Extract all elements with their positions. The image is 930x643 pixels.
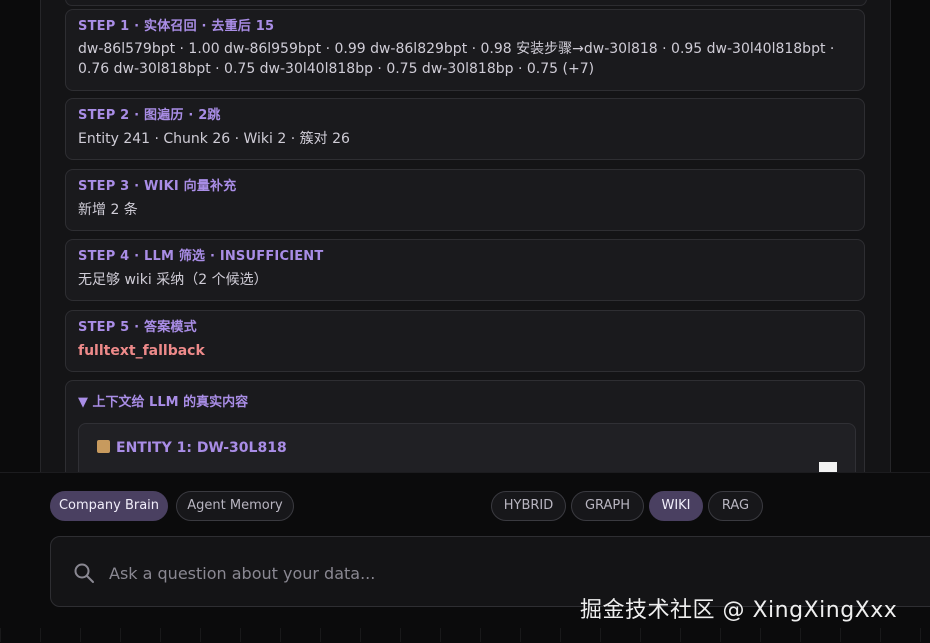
mode-rag[interactable]: RAG — [708, 491, 763, 521]
step-title: STEP 4 · LLM 筛选 · INSUFFICIENT — [78, 249, 324, 264]
step-body: Entity 241 · Chunk 26 · Wiki 2 · 簇对 26 — [78, 131, 350, 147]
mode-graph[interactable]: GRAPH — [571, 491, 644, 521]
results-panel: STEP 1 · 实体召回 · 去重后 15 dw-86l579bpt · 1.… — [40, 0, 891, 472]
entity-card: ENTITY 1: DW-30L818 — [78, 423, 856, 472]
mode-wiki[interactable]: WIKI — [649, 491, 703, 521]
package-icon — [97, 440, 110, 453]
watermark: 掘金技术社区 @ XingXingXxx — [580, 598, 898, 623]
context-section: ▼ 上下文给 LLM 的真实内容 ENTITY 1: DW-30L818 — [65, 380, 865, 472]
step-body: dw-86l579bpt · 1.00 dw-86l959bpt · 0.99 … — [78, 41, 835, 77]
step-card-3: STEP 3 · WIKI 向量补充 新增 2 条 — [65, 169, 865, 231]
search-input[interactable] — [107, 555, 811, 591]
context-toggle[interactable]: ▼ 上下文给 LLM 的真实内容 — [78, 391, 852, 410]
background-grid — [0, 628, 930, 642]
step-card-1: STEP 1 · 实体召回 · 去重后 15 dw-86l579bpt · 1.… — [65, 9, 865, 91]
step-body: 无足够 wiki 采纳（2 个候选） — [78, 272, 268, 288]
entity-title: ENTITY 1: DW-30L818 — [97, 440, 287, 456]
step-body: 新增 2 条 — [78, 202, 138, 218]
step-title: STEP 3 · WIKI 向量补充 — [78, 179, 237, 194]
step-title: STEP 5 · 答案模式 — [78, 320, 197, 335]
entity-title-text: ENTITY 1: DW-30L818 — [116, 440, 287, 456]
step-card-4: STEP 4 · LLM 筛选 · INSUFFICIENT 无足够 wiki … — [65, 239, 865, 301]
search-icon — [74, 563, 94, 583]
answer-mode-value: fulltext_fallback — [78, 343, 205, 359]
step-title: STEP 1 · 实体召回 · 去重后 15 — [78, 19, 275, 34]
mode-hybrid[interactable]: HYBRID — [491, 491, 566, 521]
step-card-5: STEP 5 · 答案模式 fulltext_fallback — [65, 310, 865, 372]
tab-company-brain[interactable]: Company Brain — [50, 491, 168, 521]
scrollbar-thumb[interactable] — [819, 462, 837, 472]
step-title: STEP 2 · 图遍历 · 2跳 — [78, 108, 221, 123]
tab-agent-memory[interactable]: Agent Memory — [176, 491, 294, 521]
step-card-2: STEP 2 · 图遍历 · 2跳 Entity 241 · Chunk 26 … — [65, 98, 865, 160]
previous-card-edge — [65, 0, 867, 6]
